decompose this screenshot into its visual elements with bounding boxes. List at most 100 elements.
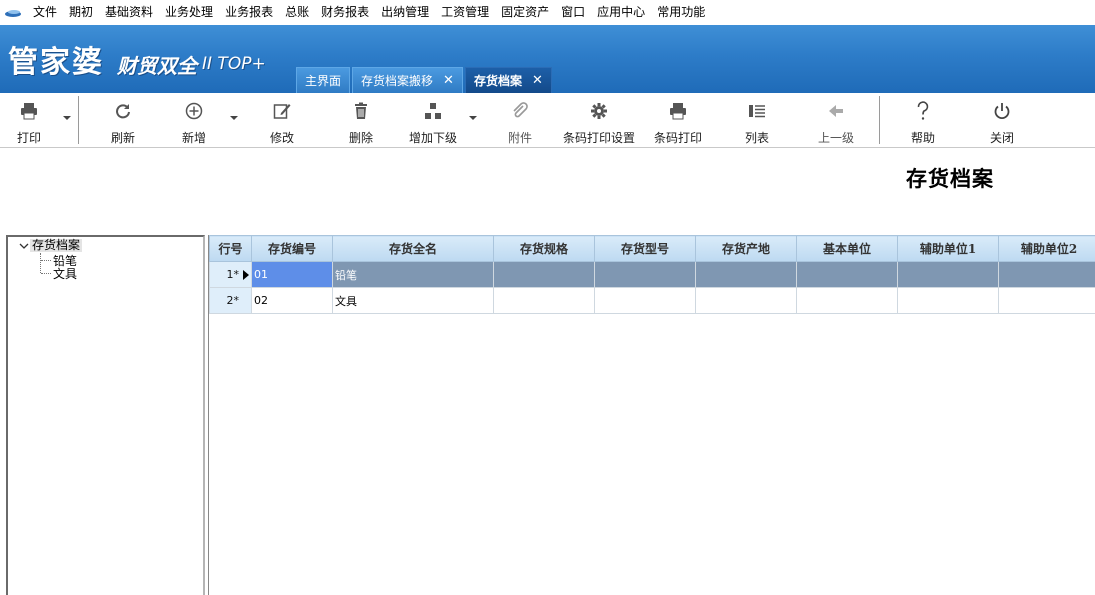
row-number: 1* xyxy=(226,268,240,281)
attachment-label: 附件 xyxy=(507,131,532,145)
col-header-row-number[interactable]: 行号 xyxy=(209,235,252,262)
model-cell[interactable] xyxy=(594,261,696,288)
trash-icon xyxy=(355,102,367,119)
row-number-cell[interactable]: 1* xyxy=(209,261,252,288)
origin-cell[interactable] xyxy=(695,261,797,288)
col-header-aux-unit-1[interactable]: 辅助单位1 xyxy=(897,235,999,262)
name-cell[interactable]: 文具 xyxy=(332,287,494,314)
add-label: 新增 xyxy=(181,131,206,145)
name-cell[interactable]: 铅笔 xyxy=(332,261,494,288)
col-header-origin[interactable]: 存货产地 xyxy=(695,235,797,262)
refresh-label: 刷新 xyxy=(110,131,135,145)
tab-main[interactable]: 主界面 xyxy=(296,67,351,93)
chevron-down-icon[interactable] xyxy=(468,113,478,123)
arrow-left-icon xyxy=(829,105,843,117)
menu-opening[interactable]: 期初 xyxy=(64,0,100,25)
close-label: 关闭 xyxy=(989,131,1014,145)
attachment-button[interactable]: 附件 xyxy=(485,99,555,146)
close-icon[interactable]: ✕ xyxy=(532,73,543,88)
app-banner: 管家婆 财贸双全 II TOP+ 主界面 存货档案搬移 ✕ 存货档案 ✕ xyxy=(0,25,1095,93)
origin-cell[interactable] xyxy=(695,287,797,314)
menu-payroll[interactable]: 工资管理 xyxy=(436,0,496,25)
print-button[interactable]: 打印 xyxy=(0,99,64,146)
aux-unit-1-cell[interactable] xyxy=(897,261,999,288)
menu-business[interactable]: 业务处理 xyxy=(160,0,220,25)
tab-inventory-archive[interactable]: 存货档案 ✕ xyxy=(464,67,552,93)
col-header-code[interactable]: 存货编号 xyxy=(251,235,333,262)
delete-label: 删除 xyxy=(348,131,373,145)
menu-basic-data[interactable]: 基础资料 xyxy=(100,0,160,25)
aux-unit-1-cell[interactable] xyxy=(897,287,999,314)
up-level-button[interactable]: 上一级 xyxy=(801,99,871,146)
add-sublevel-button[interactable]: 增加下级 xyxy=(398,99,468,146)
base-unit-cell[interactable] xyxy=(796,261,898,288)
refresh-button[interactable]: 刷新 xyxy=(88,99,158,146)
delete-button[interactable]: 删除 xyxy=(326,99,396,146)
help-button[interactable]: 帮助 xyxy=(888,99,958,146)
menu-cashier[interactable]: 出纳管理 xyxy=(376,0,436,25)
menu-financial-reports[interactable]: 财务报表 xyxy=(316,0,376,25)
menu-window[interactable]: 窗口 xyxy=(556,0,592,25)
aux-unit-2-cell[interactable] xyxy=(998,287,1095,314)
chevron-down-icon[interactable] xyxy=(62,113,72,123)
grid-header-row: 行号 存货编号 存货全名 存货规格 存货型号 存货产地 基本单位 辅助单位1 辅… xyxy=(209,235,1095,262)
toolbar: 打印 刷新 新增 修改 删除 增加下级 附件 条码打印设置 条码打印 列表 上一… xyxy=(0,93,1095,148)
menu-common[interactable]: 常用功能 xyxy=(652,0,712,25)
menu-ledger[interactable]: 总账 xyxy=(280,0,316,25)
current-row-arrow-icon xyxy=(243,270,249,280)
tree-connector xyxy=(41,273,51,274)
menu-app-center[interactable]: 应用中心 xyxy=(592,0,652,25)
spec-cell[interactable] xyxy=(493,261,595,288)
edit-icon xyxy=(273,104,291,119)
tree-node-stationery[interactable]: 文具 xyxy=(41,267,78,281)
category-tree: 存货档案 铅笔 文具 xyxy=(6,235,205,595)
spec-cell[interactable] xyxy=(493,287,595,314)
col-header-model[interactable]: 存货型号 xyxy=(594,235,696,262)
tree-root-node[interactable]: 存货档案 xyxy=(18,238,83,252)
print-label: 打印 xyxy=(16,131,41,145)
toolbar-separator xyxy=(78,96,79,144)
col-header-spec[interactable]: 存货规格 xyxy=(493,235,595,262)
col-header-aux-unit-2[interactable]: 辅助单位2 xyxy=(998,235,1095,262)
menu-fixed-assets[interactable]: 固定资产 xyxy=(496,0,556,25)
table-row[interactable]: 1* 01 铅笔 xyxy=(209,261,1095,288)
tree-root-label: 存货档案 xyxy=(30,238,83,252)
tab-label: 主界面 xyxy=(305,74,342,88)
col-header-name[interactable]: 存货全名 xyxy=(332,235,494,262)
chevron-down-icon[interactable] xyxy=(229,113,239,123)
list-icon xyxy=(749,105,765,118)
code-cell[interactable]: 01 xyxy=(251,261,333,288)
close-button[interactable]: 关闭 xyxy=(967,99,1037,146)
barcode-print-button[interactable]: 条码打印 xyxy=(643,99,713,146)
inventory-grid: 行号 存货编号 存货全名 存货规格 存货型号 存货产地 基本单位 辅助单位1 辅… xyxy=(208,235,1095,595)
hierarchy-icon xyxy=(425,103,441,119)
menu-bar: 文件 期初 基础资料 业务处理 业务报表 总账 财务报表 出纳管理 工资管理 固… xyxy=(0,0,1095,25)
close-icon[interactable]: ✕ xyxy=(443,73,454,88)
table-row[interactable]: 2* 02 文具 xyxy=(209,287,1095,314)
model-cell[interactable] xyxy=(594,287,696,314)
printer-icon xyxy=(670,103,686,120)
list-label: 列表 xyxy=(744,131,769,145)
barcode-print-setup-button[interactable]: 条码打印设置 xyxy=(563,99,635,146)
tab-inventory-move[interactable]: 存货档案搬移 ✕ xyxy=(352,67,463,93)
barcode-print-label: 条码打印 xyxy=(653,131,702,145)
tree-node-label: 文具 xyxy=(53,267,78,281)
add-button[interactable]: 新增 xyxy=(159,99,229,146)
plus-circle-icon xyxy=(185,102,203,120)
base-unit-cell[interactable] xyxy=(796,287,898,314)
tab-bar: 主界面 存货档案搬移 ✕ 存货档案 ✕ xyxy=(296,67,554,93)
menu-file[interactable]: 文件 xyxy=(28,0,64,25)
row-number-cell[interactable]: 2* xyxy=(209,287,252,314)
printer-icon xyxy=(21,103,37,120)
menu-business-reports[interactable]: 业务报表 xyxy=(220,0,280,25)
chevron-down-icon[interactable] xyxy=(18,242,30,250)
col-header-base-unit[interactable]: 基本单位 xyxy=(796,235,898,262)
refresh-icon xyxy=(116,104,130,119)
row-number: 2* xyxy=(226,294,240,307)
brand-name: 管家婆 xyxy=(8,45,104,80)
list-button[interactable]: 列表 xyxy=(722,99,792,146)
paperclip-icon xyxy=(513,102,528,118)
code-cell[interactable]: 02 xyxy=(251,287,333,314)
aux-unit-2-cell[interactable] xyxy=(998,261,1095,288)
edit-button[interactable]: 修改 xyxy=(247,99,317,146)
